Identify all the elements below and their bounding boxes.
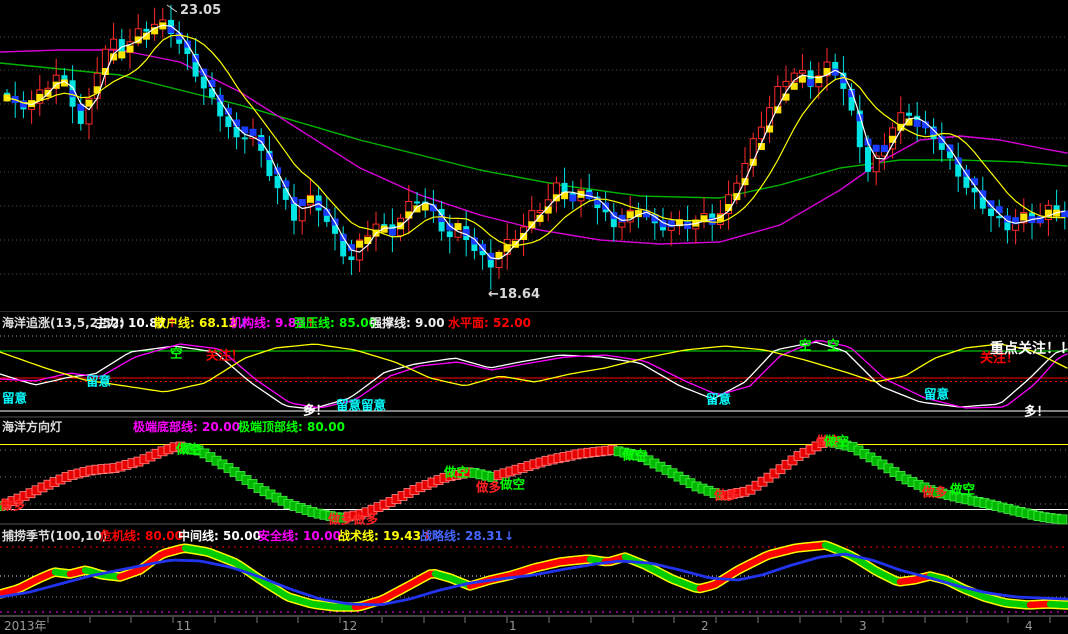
indicator-title[interactable]: 捕捞季节(100,10)	[2, 527, 107, 544]
signal-label: 做空	[443, 465, 469, 480]
axis-month-label: 4	[1025, 619, 1033, 633]
stock-charting-app: 留意留意空关注！多！留意留意留意空空留意关注！重点关注！！多！做多做空做多做多做…	[0, 0, 1068, 634]
signal-label: 关注！	[206, 348, 244, 363]
indicator-reading: 极端底部线: 20.00	[133, 418, 240, 435]
axis-month-label: 1	[509, 619, 517, 633]
signal-label: 留意	[924, 387, 949, 402]
signal-label: 留意	[86, 374, 111, 389]
signal-label: 留意	[2, 391, 27, 406]
signal-label: 做多	[921, 485, 948, 500]
signal-label: 多！	[303, 403, 328, 418]
down-arrow-icon: ↓	[504, 529, 514, 543]
indicator-panel-fangxiangdeng: 做多做空做多做多做空做多做空做空做多做空做空做多做空	[0, 434, 1068, 527]
indicator-reading: 极端顶部线: 80.00	[238, 418, 345, 435]
indicator-reading: 水平面: 52.00	[448, 314, 531, 331]
indicator-reading: 强压线: 85.00	[294, 314, 377, 331]
signal-label: 做空	[949, 482, 975, 497]
signal-label: 留意	[706, 392, 731, 407]
signal-label: 做多	[713, 488, 740, 503]
signal-label: 做空	[499, 477, 525, 492]
signal-label: 空	[827, 338, 840, 353]
signal-label: 做多	[0, 498, 26, 513]
time-axis[interactable]: 2013年11121234	[0, 616, 1068, 633]
indicator-title[interactable]: 海洋方向灯	[2, 418, 62, 435]
indicator-header-bulao-jijie: 捕捞季节(100,10)危机线: 80.00中间线: 50.00安全线: 10.…	[0, 527, 1068, 545]
indicator-reading: 危机线: 80.00	[100, 527, 183, 544]
indicator-reading: 强撑线: 9.00	[370, 314, 445, 331]
axis-month-label: 12	[342, 619, 357, 633]
signal-label: 做空	[175, 442, 201, 457]
high-price-marker: 23.05	[180, 3, 221, 18]
signal-label: 做多做多	[327, 512, 379, 527]
signal-label: 重点关注！！	[990, 340, 1068, 357]
axis-month-label: 2013年	[4, 619, 47, 633]
ma-overlays	[7, 5, 1065, 259]
signal-label: 做空	[621, 448, 647, 463]
main-price-panel	[0, 37, 1068, 274]
low-price-marker: ←18.64	[488, 287, 540, 302]
signal-label: 做多	[475, 480, 502, 495]
indicator-reading: 战略线: 28.31↓	[420, 527, 514, 544]
axis-month-label: 3	[859, 619, 867, 633]
candles	[4, 5, 1068, 290]
axis-month-label: 11	[176, 619, 191, 633]
signal-label: 留意留意	[336, 398, 386, 413]
indicator-reading: 安全线: 10.00	[258, 527, 341, 544]
signal-label: 空	[170, 346, 183, 361]
indicator-panel-bulao-jijie	[0, 545, 1068, 612]
signal-label: 空	[799, 338, 812, 353]
indicator-reading: 战术线: 19.43↑	[338, 527, 432, 544]
indicator-header-haiyang-fangxiangdeng: 海洋方向灯 极端底部线: 20.00极端顶部线: 80.00	[0, 418, 1068, 436]
indicator-header-haiyang-zhuizhang: 海洋追涨(13,5,2,52)主力: 10.87↑散户线: 68.13↓机构线:…	[0, 314, 1068, 332]
axis-month-label: 2	[701, 619, 709, 633]
signal-label: 多！	[1024, 404, 1049, 419]
indicator-reading: 中间线: 50.00	[178, 527, 261, 544]
